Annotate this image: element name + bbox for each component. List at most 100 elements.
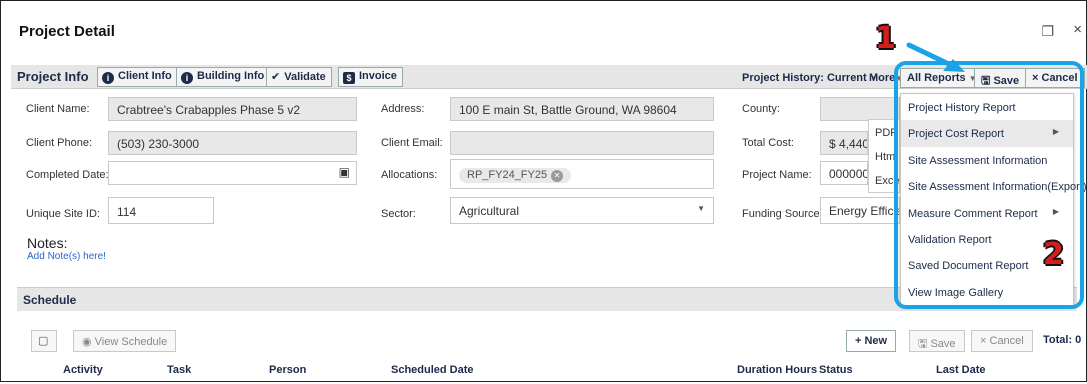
funding-source-field[interactable]: Energy Efficien bbox=[820, 197, 900, 224]
remove-chip-icon[interactable]: ✕ bbox=[551, 170, 564, 182]
completed-date-field[interactable]: ▣ bbox=[108, 161, 357, 185]
new-label: New bbox=[864, 335, 888, 347]
validate-label: Validate bbox=[284, 71, 326, 83]
calendar-icon[interactable]: ▣ bbox=[339, 165, 350, 179]
address-label: Address: bbox=[381, 103, 425, 115]
annotation-number-two: 2 bbox=[1043, 237, 1064, 272]
allocations-field[interactable]: RP_FY24_FY25 ✕ bbox=[450, 159, 714, 189]
info-icon: i bbox=[181, 72, 193, 84]
menu-item-label: Site Assessment Information(Export) bbox=[908, 181, 1087, 194]
schedule-cancel-label: Cancel bbox=[989, 335, 1024, 347]
client-name-label: Client Name: bbox=[26, 103, 90, 115]
x-icon: × bbox=[1032, 72, 1039, 84]
annotation-number-one: 1 bbox=[875, 21, 896, 56]
invoice-button[interactable]: $ Invoice bbox=[338, 67, 403, 87]
client-phone-label: Client Phone: bbox=[26, 137, 93, 149]
project-detail-window: Project Detail ❐ × Project Info i Client … bbox=[0, 0, 1087, 382]
close-icon[interactable]: × bbox=[1073, 21, 1082, 38]
client-email-field[interactable] bbox=[450, 131, 714, 155]
menu-item-label: Measure Comment Report bbox=[908, 207, 1038, 220]
schedule-title: Schedule bbox=[23, 293, 77, 307]
column-header[interactable]: Person bbox=[269, 364, 306, 376]
save-label: Save bbox=[993, 75, 1020, 87]
allocation-chip: RP_FY24_FY25 ✕ bbox=[459, 168, 572, 183]
save-button[interactable]: 🖫 Save bbox=[974, 68, 1027, 88]
check-icon: ✔ bbox=[271, 71, 281, 83]
sector-label: Sector: bbox=[381, 208, 416, 220]
building-info-button[interactable]: i Building Info bbox=[176, 67, 271, 87]
menu-item-site-assessment-export[interactable]: Site Assessment Information(Export) bbox=[901, 173, 1087, 199]
client-info-label: Client Info bbox=[118, 70, 172, 82]
column-header[interactable]: Duration Hours bbox=[737, 364, 817, 376]
cancel-label: Cancel bbox=[1041, 72, 1078, 84]
completed-date-label: Completed Date: bbox=[26, 169, 109, 181]
menu-item-label: View Image Gallery bbox=[908, 286, 1004, 299]
column-header[interactable]: Status bbox=[819, 364, 853, 376]
column-header[interactable]: Activity bbox=[63, 364, 103, 376]
client-name-field[interactable]: Crabtree's Crabapples Phase 5 v2 bbox=[108, 97, 357, 121]
client-email-label: Client Email: bbox=[381, 137, 443, 149]
column-header[interactable]: Scheduled Date bbox=[391, 364, 474, 376]
cancel-button[interactable]: × Cancel bbox=[1025, 68, 1085, 88]
building-info-label: Building Info bbox=[197, 70, 265, 82]
project-name-label: Project Name: bbox=[742, 169, 812, 181]
add-note-link[interactable]: Add Note(s) here! bbox=[27, 251, 106, 262]
invoice-label: Invoice bbox=[359, 70, 397, 82]
schedule-save-button[interactable]: 🖫 Save bbox=[909, 330, 965, 352]
add-schedule-icon[interactable]: ▢ bbox=[31, 330, 57, 352]
county-field[interactable] bbox=[820, 97, 900, 121]
menu-item-label: Site Assessment Information bbox=[908, 154, 1048, 167]
menu-item-label: Validation Report bbox=[908, 233, 992, 246]
chevron-right-icon: ▶ bbox=[1052, 127, 1059, 137]
submenu-item-excel[interactable]: Exce bbox=[869, 168, 899, 192]
project-history-dropdown[interactable]: Project History: Current ▼ bbox=[742, 72, 878, 84]
column-header[interactable]: Last Date bbox=[936, 364, 986, 376]
menu-item-label: Saved Document Report bbox=[908, 260, 1029, 273]
floppy-icon: 🖫 bbox=[981, 75, 991, 87]
county-label: County: bbox=[742, 103, 780, 115]
eye-icon: ◉ bbox=[82, 336, 92, 348]
view-schedule-button[interactable]: ◉ View Schedule bbox=[73, 330, 177, 352]
notes-title: Notes: bbox=[27, 235, 68, 251]
total-cost-field[interactable]: $ 4,440.( bbox=[820, 131, 868, 155]
unique-site-field[interactable]: 114 bbox=[108, 197, 214, 224]
project-name-field[interactable]: 0000000 bbox=[820, 161, 868, 185]
sector-select[interactable]: Agricultural ▼ bbox=[450, 197, 714, 224]
x-icon: × bbox=[980, 335, 987, 347]
menu-item-label: Project History Report bbox=[908, 102, 1016, 114]
all-reports-menu: Project History Report Project Cost Repo… bbox=[900, 93, 1087, 307]
allocations-label: Allocations: bbox=[381, 169, 438, 181]
client-info-button[interactable]: i Client Info bbox=[97, 67, 178, 87]
chevron-down-icon: ▼ bbox=[697, 204, 705, 213]
new-button[interactable]: + New bbox=[846, 330, 897, 352]
menu-item-measure-comment-report[interactable]: Measure Comment Report ▶ bbox=[901, 200, 1073, 226]
schedule-cancel-button[interactable]: × Cancel bbox=[971, 330, 1033, 352]
validate-button[interactable]: ✔ Validate bbox=[266, 67, 332, 87]
project-info-label: Project Info bbox=[17, 69, 89, 84]
submenu-item-pdf[interactable]: PDF bbox=[869, 120, 899, 144]
floppy-icon: 🖫 bbox=[918, 338, 928, 350]
unique-site-label: Unique Site ID: bbox=[26, 208, 100, 220]
funding-source-label: Funding Source: bbox=[742, 208, 823, 220]
menu-item-view-image-gallery[interactable]: View Image Gallery bbox=[901, 279, 1073, 305]
export-submenu: PDF Htm Exce bbox=[868, 119, 900, 193]
menu-item-project-cost-report[interactable]: Project Cost Report ▶ bbox=[901, 120, 1073, 147]
menu-item-project-history-report[interactable]: Project History Report bbox=[901, 94, 1073, 120]
sector-value: Agricultural bbox=[459, 204, 520, 218]
column-header[interactable]: Task bbox=[167, 364, 191, 376]
menu-item-label: Project Cost Report bbox=[908, 128, 1004, 141]
client-phone-field[interactable]: (503) 230-3000 bbox=[108, 131, 357, 155]
menu-item-site-assessment-information[interactable]: Site Assessment Information bbox=[901, 147, 1073, 173]
submenu-item-html[interactable]: Htm bbox=[869, 144, 899, 168]
allocation-chip-label: RP_FY24_FY25 bbox=[467, 169, 548, 181]
window-title: Project Detail bbox=[19, 23, 115, 40]
restore-icon[interactable]: ❐ bbox=[1041, 23, 1054, 40]
total-cost-label: Total Cost: bbox=[742, 137, 794, 149]
project-history-label: Project History: Current bbox=[742, 72, 867, 84]
schedule-save-label: Save bbox=[930, 338, 956, 350]
schedule-panel: ▢ ◉ View Schedule + New 🖫 Save × Cancel … bbox=[31, 324, 1081, 384]
document-icon: $ bbox=[343, 72, 355, 84]
chevron-right-icon: ▶ bbox=[1052, 206, 1059, 216]
address-field[interactable]: 100 E main St, Battle Ground, WA 98604 bbox=[450, 97, 714, 121]
total-count: Total: 0 bbox=[1043, 334, 1082, 346]
